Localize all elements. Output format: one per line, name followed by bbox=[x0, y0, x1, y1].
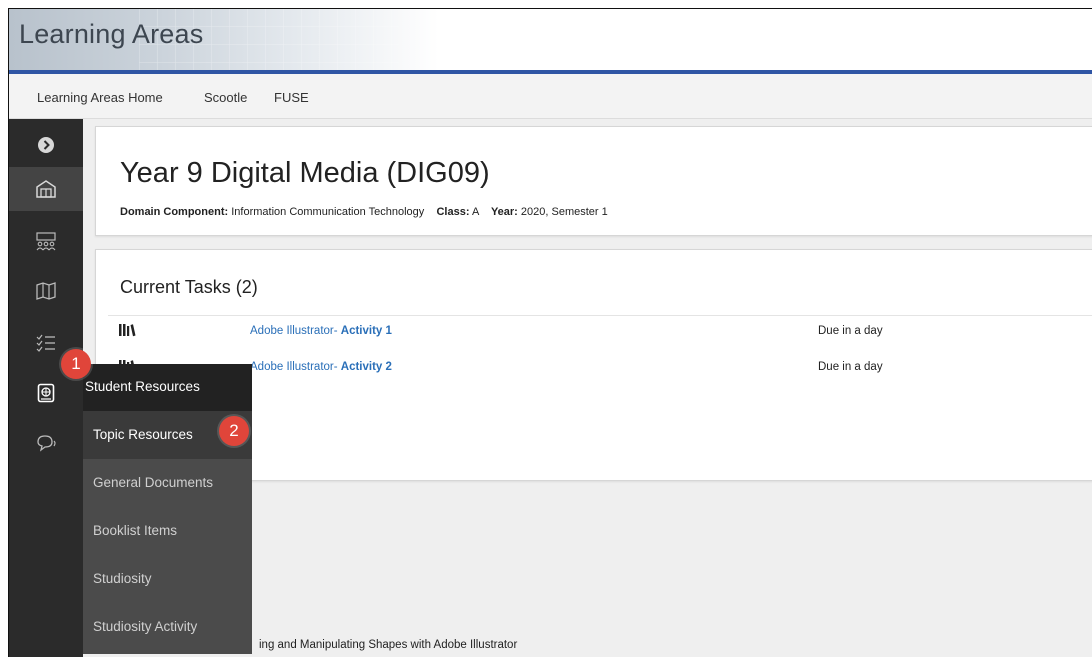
chevron-right-icon bbox=[38, 137, 54, 153]
sidebar-item-home[interactable] bbox=[9, 167, 83, 211]
task-due-date: Due in a day bbox=[818, 361, 883, 373]
menu-item-studiosity-activity[interactable]: Studiosity Activity bbox=[83, 603, 252, 651]
task-due-date: Due in a day bbox=[818, 325, 883, 337]
domain-value: Information Communication Technology bbox=[231, 206, 425, 218]
current-tasks-title: Current Tasks (2) bbox=[120, 277, 258, 297]
resource-title-partial: ing and Manipulating Shapes with Adobe I… bbox=[259, 639, 518, 651]
building-icon bbox=[36, 180, 56, 198]
course-meta: Domain Component: Information Communicat… bbox=[120, 206, 608, 218]
library-books-icon bbox=[119, 324, 136, 337]
menu-item-general-documents[interactable]: General Documents bbox=[83, 459, 252, 507]
app-window: Learning Areas Learning Areas Home Scoot… bbox=[8, 8, 1092, 657]
sidebar-item-chat[interactable] bbox=[9, 421, 83, 465]
course-title: Year 9 Digital Media (DIG09) bbox=[120, 157, 490, 189]
checklist-icon bbox=[36, 334, 55, 352]
domain-label: Domain Component: bbox=[120, 206, 229, 218]
year-value: 2020, Semester 1 bbox=[520, 206, 608, 218]
year-label: Year: bbox=[490, 206, 518, 218]
menu-item-studiosity[interactable]: Studiosity bbox=[83, 555, 252, 603]
step-badge-1: 1 bbox=[61, 349, 91, 379]
map-icon bbox=[36, 282, 56, 300]
course-header-card: Year 9 Digital Media (DIG09) Domain Comp… bbox=[95, 126, 1092, 236]
class-value: A bbox=[471, 206, 479, 218]
task-link[interactable]: Adobe Illustrator- Activity 1 bbox=[250, 325, 392, 337]
flyout-header[interactable]: Student Resources bbox=[83, 364, 252, 411]
flyout-menu-list: Topic Resources General Documents Bookli… bbox=[83, 411, 252, 654]
site-title: Learning Areas bbox=[19, 19, 204, 49]
nav-link-scootle[interactable]: Scootle bbox=[204, 90, 247, 105]
people-group-icon bbox=[36, 232, 56, 251]
nav-link-learning-areas-home[interactable]: Learning Areas Home bbox=[37, 90, 163, 105]
student-resources-flyout: Student Resources Topic Resources Genera… bbox=[83, 364, 252, 654]
sidebar bbox=[9, 119, 83, 657]
nav-link-fuse[interactable]: FUSE bbox=[274, 90, 309, 105]
site-header: Learning Areas bbox=[9, 9, 1092, 70]
task-row[interactable]: Adobe Illustrator- Activity 1 Due in a d… bbox=[108, 315, 1092, 345]
web-resources-icon bbox=[37, 383, 55, 403]
menu-item-booklist-items[interactable]: Booklist Items bbox=[83, 507, 252, 555]
chat-icon bbox=[37, 435, 56, 452]
task-link[interactable]: Adobe Illustrator- Activity 2 bbox=[250, 361, 392, 373]
sidebar-item-map[interactable] bbox=[9, 269, 83, 313]
top-nav: Learning Areas Home Scootle FUSE bbox=[9, 74, 1092, 119]
sidebar-item-groups[interactable] bbox=[9, 219, 83, 263]
class-label: Class: bbox=[436, 206, 470, 218]
step-badge-2: 2 bbox=[219, 416, 249, 446]
sidebar-expand-button[interactable] bbox=[9, 123, 83, 167]
task-row[interactable]: Adobe Illustrator- Activity 2 Due in a d… bbox=[108, 352, 1092, 382]
